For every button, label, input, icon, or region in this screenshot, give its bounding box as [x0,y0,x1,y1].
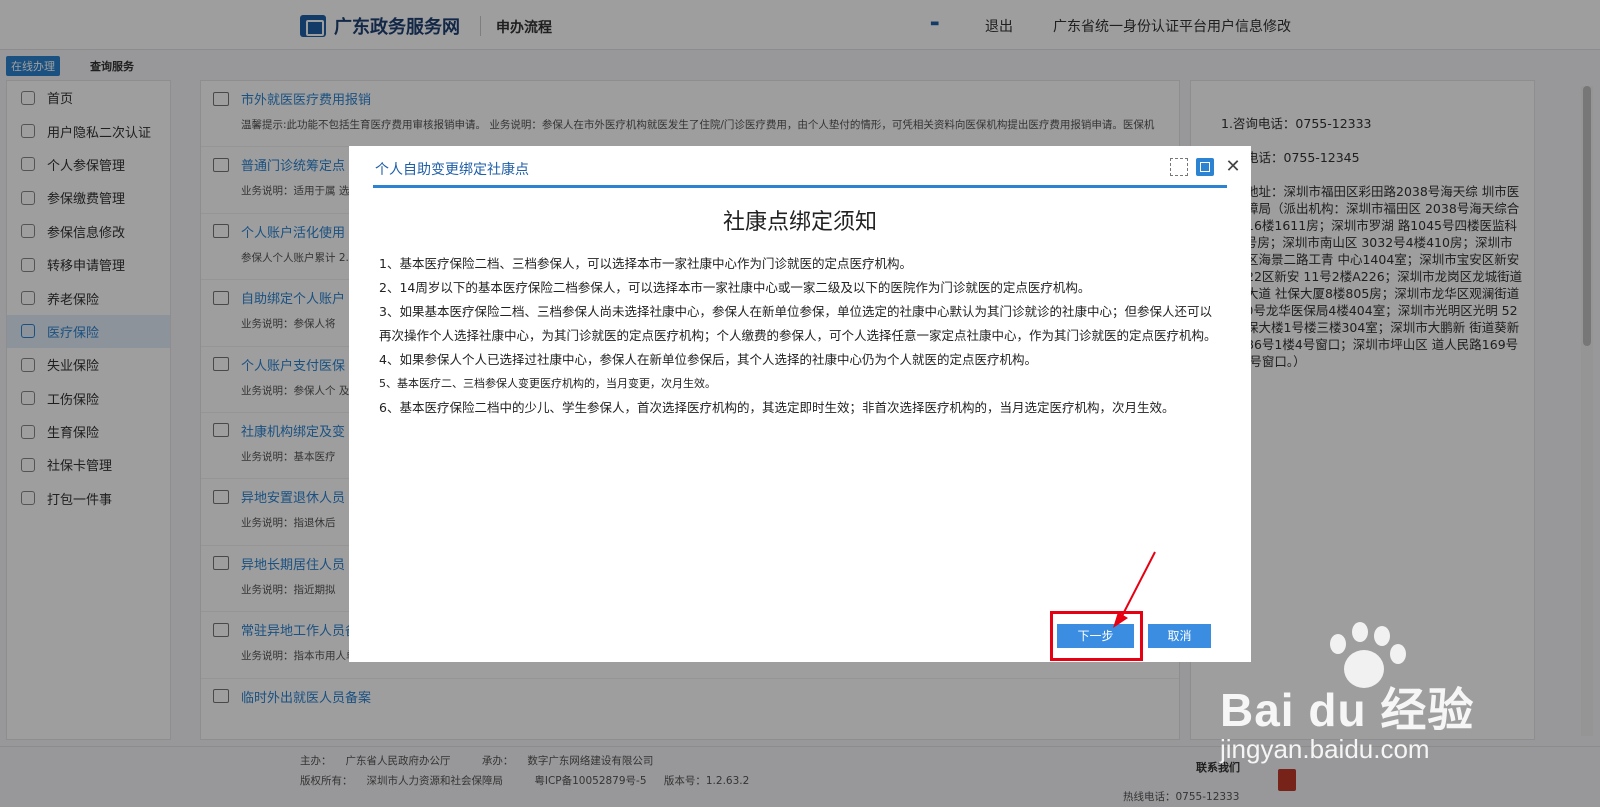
notice-item: 4、如果参保人个人已选择过社康中心，参保人在新单位参保后，其个人选择的社康中心仍… [379,352,1037,367]
annotation-arrow [1113,551,1156,628]
dialog-title: 个人自助变更绑定社康点 [375,162,529,178]
watermark-brand: Bai du 经验 [1220,684,1475,736]
notice-item: 1、基本医疗保险二档、三档参保人，可以选择本市一家社康中心作为门诊就医的定点医疗… [379,256,912,271]
notice-item: 3、如果基本医疗保险二档、三档参保人尚未选择社康中心，参保人在新单位参保，单位选… [379,304,1217,343]
baidu-jingyan-watermark: Bai du 经验 jingyan.baidu.com [1220,622,1550,772]
notice-item: 6、基本医疗保险二档中的少儿、学生参保人，首次选择医疗机构的，其选定即时生效；非… [379,400,1175,415]
watermark-url: jingyan.baidu.com [1220,734,1430,764]
maximize-icon[interactable] [1196,158,1214,176]
notice-item: 5、基本医疗二、三档参保人变更医疗机构的，当月变更，次月生效。 [379,377,716,390]
dialog-header: 个人自助变更绑定社康点 ✕ [373,146,1241,188]
close-icon[interactable]: ✕ [1224,158,1242,176]
notice-heading: 社康点绑定须知 [722,210,877,235]
notice-content: 1、基本医疗保险二档、三档参保人，可以选择本市一家社康中心作为门诊就医的定点医疗… [379,252,1219,420]
restore-icon[interactable] [1170,158,1188,176]
notice-item: 2、14周岁以下的基本医疗保险二档参保人，可以选择本市一家社康中心或一家二级及以… [379,280,1091,295]
